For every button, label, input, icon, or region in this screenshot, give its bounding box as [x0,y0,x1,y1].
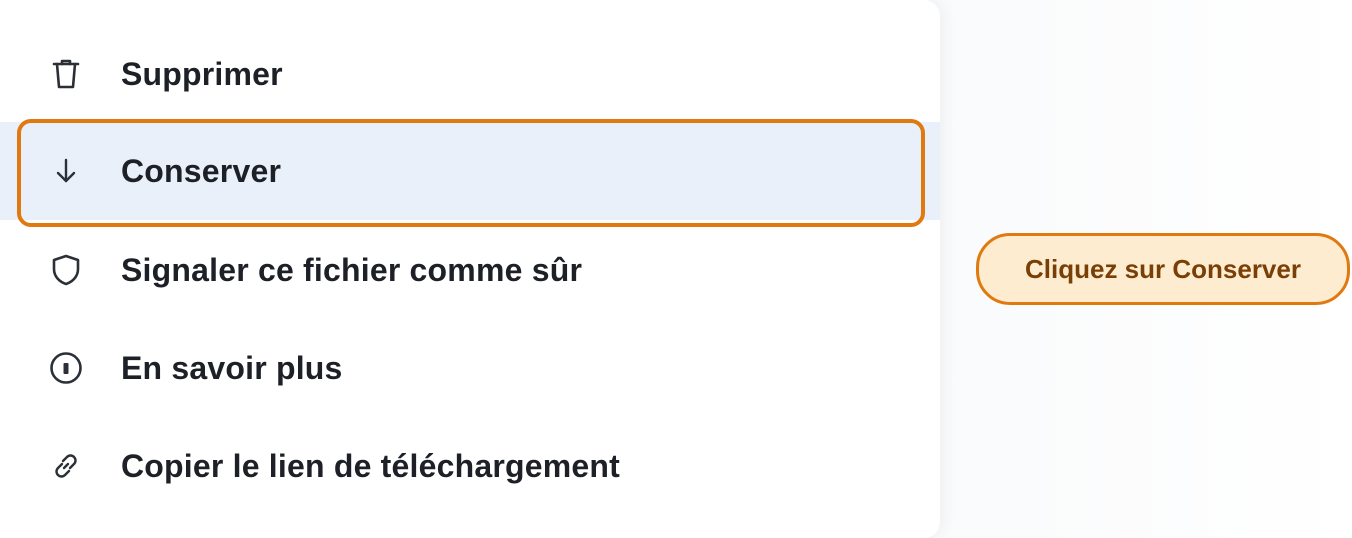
trash-icon [48,56,84,92]
context-menu: Supprimer Conserver Signaler ce fichier … [0,0,940,538]
stage: Supprimer Conserver Signaler ce fichier … [0,0,1352,538]
info-icon [48,350,84,386]
hint-bubble: Cliquez sur Conserver [976,233,1350,305]
menu-item-label: Signaler ce fichier comme sûr [121,251,583,288]
menu-item-copy-link[interactable]: Copier le lien de téléchargement [0,417,940,515]
menu-item-keep[interactable]: Conserver [0,122,940,220]
link-icon [48,448,84,484]
shield-icon [48,252,84,288]
menu-item-label: Copier le lien de téléchargement [121,447,620,484]
arrow-down-icon [48,153,84,189]
menu-item-label: Supprimer [121,55,283,92]
menu-item-label: Conserver [121,152,282,189]
menu-item-label: En savoir plus [121,349,343,386]
menu-item-mark-safe[interactable]: Signaler ce fichier comme sûr [0,221,940,319]
menu-item-learn-more[interactable]: En savoir plus [0,319,940,417]
menu-item-delete[interactable]: Supprimer [0,25,940,123]
